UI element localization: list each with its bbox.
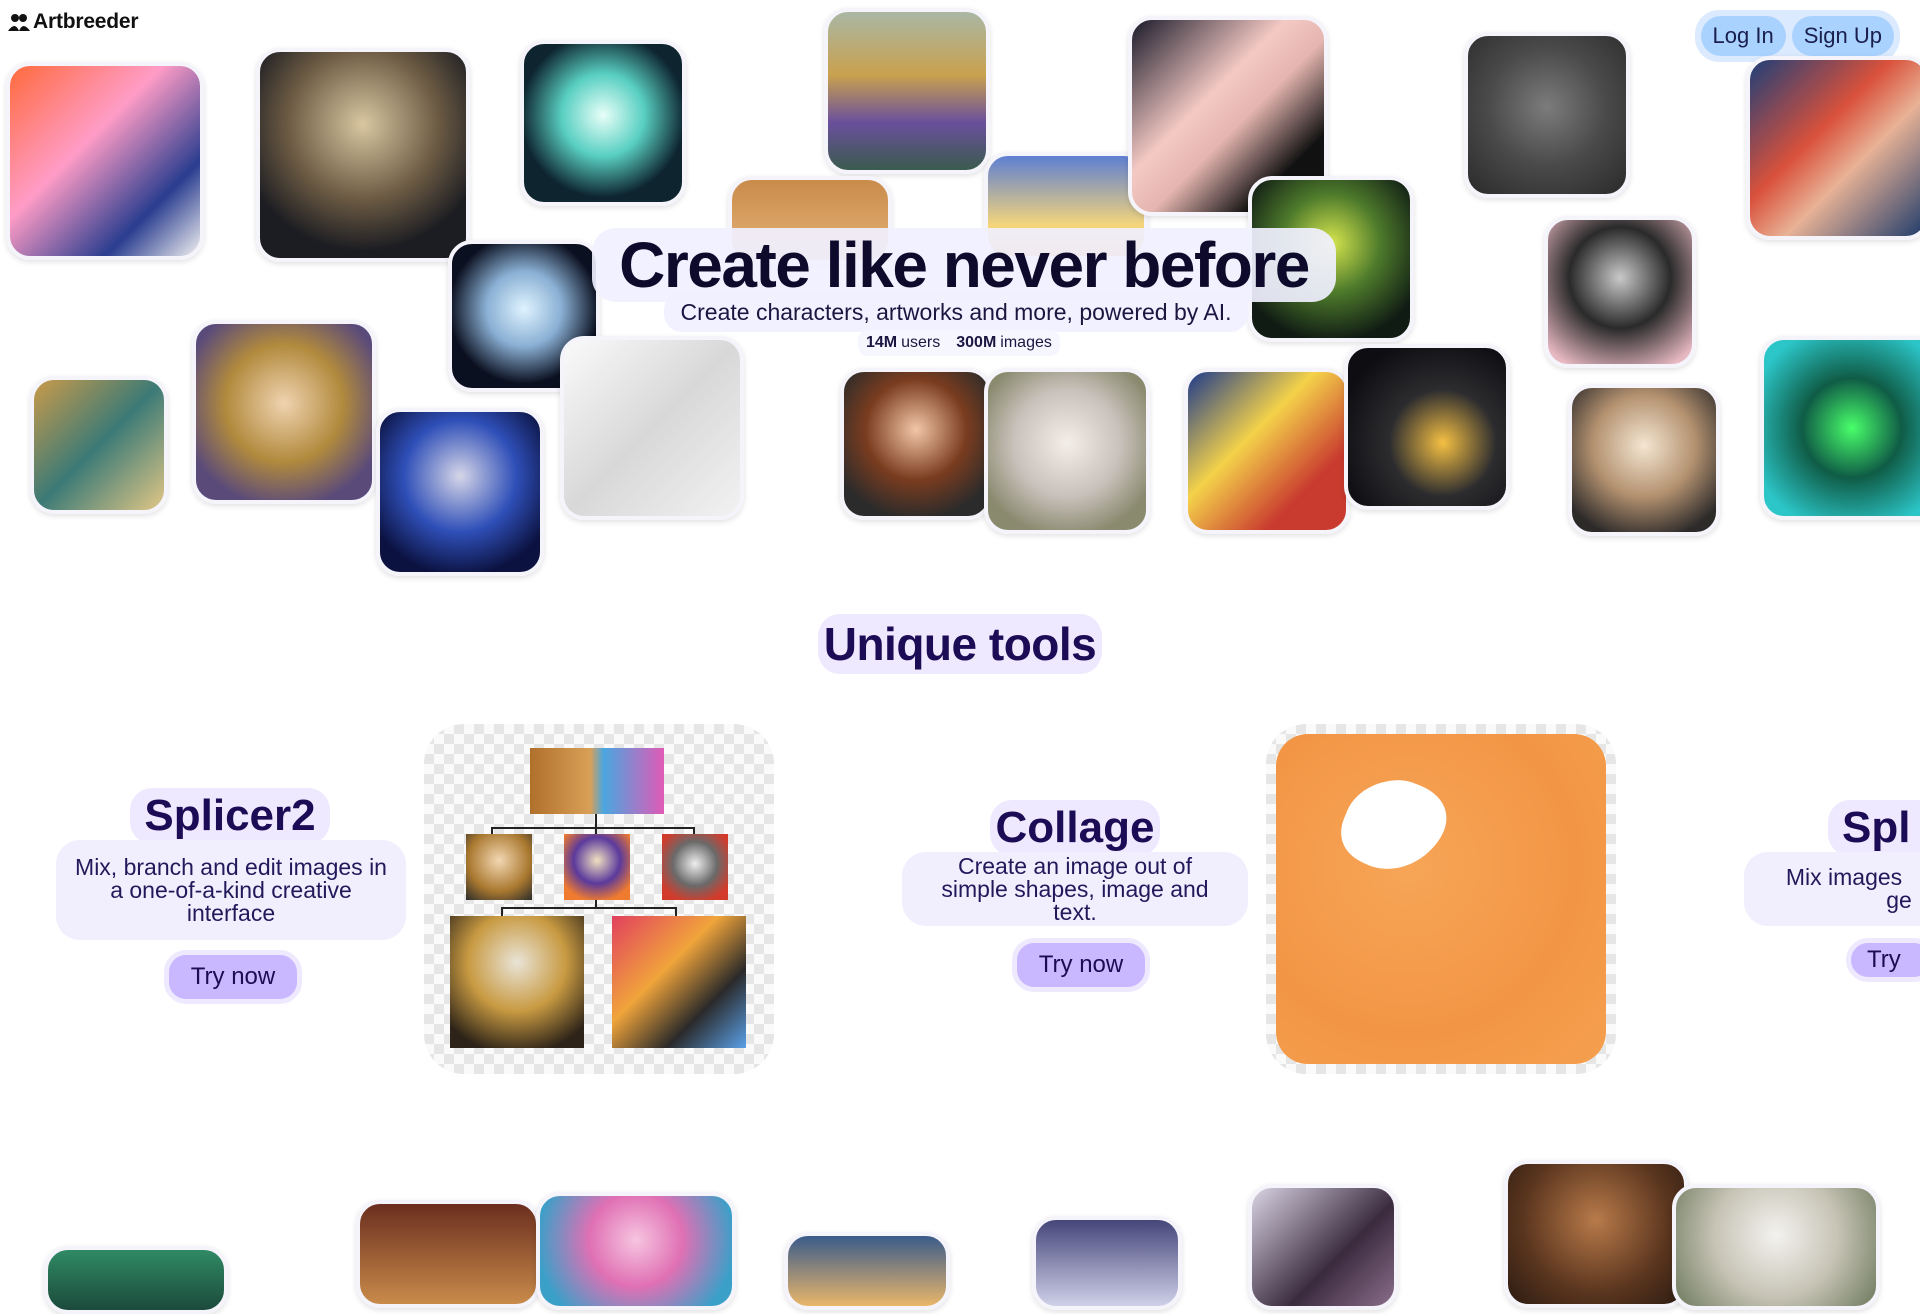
section-title: Unique tools	[818, 614, 1102, 674]
collage-preview[interactable]	[1266, 724, 1616, 1074]
tool-description-line: Mix images	[1785, 864, 1903, 890]
artwork-thumbnail[interactable]	[984, 368, 1150, 534]
login-button[interactable]: Log In	[1700, 16, 1786, 56]
artwork-thumbnail[interactable]	[1672, 1184, 1880, 1310]
artwork-thumbnail[interactable]	[784, 1232, 950, 1310]
users-label: users	[901, 334, 941, 351]
artwork-thumbnail[interactable]	[30, 376, 168, 514]
hero-subtitle: Create characters, artworks and more, po…	[664, 292, 1248, 332]
splice-node-image[interactable]	[466, 834, 532, 900]
artwork-thumbnail[interactable]	[536, 1192, 736, 1310]
artwork-thumbnail[interactable]	[1568, 384, 1720, 536]
auth-buttons: Log In Sign Up	[1694, 10, 1900, 62]
tool-description: Mix, branch and edit images in a one-of-…	[56, 840, 406, 940]
splice-node-image[interactable]	[564, 834, 630, 900]
artwork-thumbnail[interactable]	[1184, 368, 1350, 534]
artwork-thumbnail[interactable]	[520, 40, 686, 206]
users-count: 14M	[866, 334, 898, 351]
artwork-thumbnail[interactable]	[192, 320, 376, 504]
tool-description-line: ge	[1886, 887, 1912, 913]
brand-logo[interactable]: Artbreeder	[8, 10, 139, 34]
tool-name: Spl	[1828, 800, 1920, 856]
collage-shape	[1341, 780, 1447, 869]
signup-button[interactable]: Sign Up	[1791, 16, 1894, 56]
splice-node-image[interactable]	[662, 834, 728, 900]
artwork-thumbnail[interactable]	[1344, 344, 1510, 510]
splice-node-image[interactable]	[530, 748, 664, 814]
try-now-button[interactable]: Try now	[164, 950, 302, 1004]
artwork-thumbnail[interactable]	[356, 1200, 540, 1308]
artwork-thumbnail[interactable]	[1544, 216, 1696, 368]
artwork-thumbnail[interactable]	[1248, 1184, 1398, 1310]
tool-name: Collage	[990, 800, 1160, 856]
try-now-button[interactable]: Try	[1846, 938, 1920, 982]
artwork-thumbnail[interactable]	[6, 62, 204, 260]
artwork-thumbnail[interactable]	[1504, 1160, 1688, 1308]
artwork-thumbnail[interactable]	[1746, 56, 1920, 240]
images-label: images	[1000, 334, 1052, 351]
tool-description: Create an image out of simple shapes, im…	[902, 852, 1248, 926]
artwork-thumbnail[interactable]	[1760, 336, 1920, 520]
tool-description: Mix images ge	[1744, 852, 1920, 926]
stats-bar: 14M users 300M images	[858, 330, 1060, 356]
splice-node-image[interactable]	[450, 916, 584, 1048]
artwork-thumbnail[interactable]	[376, 408, 544, 576]
splice-node-image[interactable]	[612, 916, 746, 1048]
artwork-thumbnail[interactable]	[824, 8, 990, 174]
artwork-thumbnail[interactable]	[840, 368, 992, 520]
artwork-thumbnail[interactable]	[44, 1246, 228, 1314]
try-now-button[interactable]: Try now	[1012, 938, 1150, 992]
tool-name: Splicer2	[130, 788, 330, 844]
brand-name: Artbreeder	[33, 10, 139, 33]
splicer2-preview[interactable]	[424, 724, 774, 1074]
artwork-thumbnail[interactable]	[1464, 32, 1630, 198]
images-count: 300M	[956, 334, 997, 351]
artwork-thumbnail[interactable]	[560, 336, 744, 520]
hero-title: Create like never before	[592, 228, 1336, 302]
artwork-thumbnail[interactable]	[1032, 1216, 1182, 1310]
people-icon	[8, 14, 30, 31]
artwork-thumbnail[interactable]	[256, 48, 470, 262]
